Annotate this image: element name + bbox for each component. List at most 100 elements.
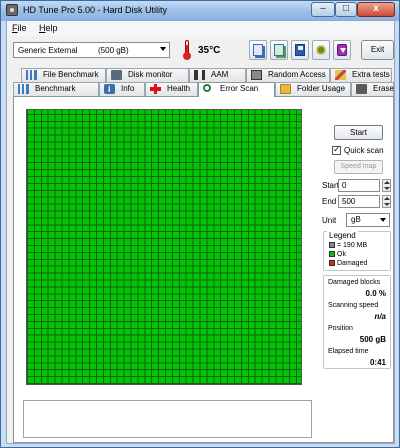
random-access-icon <box>251 70 262 80</box>
quick-scan-checkbox[interactable] <box>332 144 341 155</box>
unit-value: gB <box>351 215 361 224</box>
unit-label: Unit <box>322 216 337 225</box>
tab-extra-tests[interactable]: Extra tests <box>330 68 392 82</box>
tab-aam[interactable]: AAM <box>189 68 246 82</box>
tab-error-scan[interactable]: Error Scan <box>198 82 275 97</box>
tab-label: Health <box>167 84 191 93</box>
drive-size: (500 gB) <box>98 46 129 55</box>
tab-label: Folder Usage <box>297 84 346 93</box>
tab-label: File Benchmark <box>43 70 99 79</box>
scanning-speed-value: n/a <box>374 312 386 321</box>
temperature-readout: 35°C <box>198 45 221 56</box>
damaged-blocks-label: Damaged blocks <box>328 279 381 286</box>
toolbar: Generic External (500 gB) 35°C Exit <box>7 36 394 66</box>
scan-block-grid <box>26 109 302 385</box>
ok-swatch-icon <box>329 251 335 257</box>
menu-file[interactable]: File <box>12 23 27 33</box>
drive-name: Generic External <box>18 46 78 55</box>
menu-bar: File Help <box>7 21 394 36</box>
menu-help[interactable]: Help <box>39 23 58 33</box>
tab-disk-monitor[interactable]: Disk monitor <box>106 68 189 82</box>
end-input[interactable]: 500 <box>338 195 380 208</box>
legend-ok: Ok <box>329 251 346 258</box>
app-window: HD Tune Pro 5.00 - Hard Disk Utility – □… <box>0 0 400 448</box>
scan-stats-box: Damaged blocks 0.0 % Scanning speed n/a … <box>323 275 391 369</box>
close-button[interactable]: x <box>357 2 395 17</box>
copy-all-icon <box>274 44 284 56</box>
tab-folder-usage[interactable]: Folder Usage <box>275 82 351 96</box>
position-label: Position <box>328 325 353 332</box>
end-spinner[interactable] <box>382 195 391 208</box>
health-cross-icon <box>150 84 161 94</box>
speed-map-button[interactable]: Speed map <box>334 160 383 174</box>
legend-block-size: = 190 MB <box>329 242 367 249</box>
client-area: File Help Generic External (500 gB) 35°C <box>6 20 395 444</box>
tab-info[interactable]: Info <box>99 82 145 96</box>
tab-benchmark[interactable]: Benchmark <box>13 82 99 96</box>
legend-title: Legend <box>327 231 358 240</box>
elapsed-time-value: 0:41 <box>369 358 386 367</box>
scanning-speed-label: Scanning speed <box>328 302 379 309</box>
start-input[interactable]: 0 <box>338 179 380 192</box>
file-benchmark-icon <box>26 70 37 80</box>
damaged-swatch-icon <box>329 260 335 266</box>
benchmark-icon <box>18 84 29 94</box>
tab-label: Random Access <box>268 70 326 79</box>
tab-label: Benchmark <box>35 84 76 93</box>
chevron-down-icon <box>380 218 386 222</box>
tab-erase[interactable]: Erase <box>351 82 394 96</box>
position-value: 500 gB <box>359 335 386 344</box>
tab-random-access[interactable]: Random Access <box>246 68 330 82</box>
tab-file-benchmark[interactable]: File Benchmark <box>21 68 106 82</box>
scan-log-box[interactable] <box>23 400 312 438</box>
trash-icon <box>356 84 367 94</box>
unit-select[interactable]: gB <box>346 213 390 227</box>
chevron-down-icon <box>160 47 166 51</box>
legend-damaged: Damaged <box>329 260 367 267</box>
tab-row-top: File Benchmark Disk monitor AAM Random A… <box>13 68 394 82</box>
quick-scan-option[interactable]: Quick scan <box>332 144 392 157</box>
legend-box: Legend = 190 MB Ok Damaged <box>323 231 391 271</box>
download-icon <box>337 44 347 56</box>
tab-health[interactable]: Health <box>145 82 198 96</box>
quick-scan-label: Quick scan <box>344 146 384 155</box>
legend-damaged-text: Damaged <box>337 260 368 267</box>
elapsed-time-label: Elapsed time <box>328 348 369 355</box>
disk-monitor-icon <box>111 70 122 80</box>
window-title: HD Tune Pro 5.00 - Hard Disk Utility <box>23 5 168 15</box>
speaker-icon <box>194 70 205 80</box>
tab-label: Error Scan <box>220 84 259 93</box>
tab-label: Disk monitor <box>128 70 173 79</box>
save-icon <box>295 44 305 56</box>
title-bar: HD Tune Pro 5.00 - Hard Disk Utility – □… <box>1 1 399 20</box>
info-icon <box>104 83 115 95</box>
legend-block-text: = 190 MB <box>337 242 368 249</box>
folder-icon <box>280 84 291 94</box>
drive-select[interactable]: Generic External (500 gB) <box>13 42 170 58</box>
legend-ok-text: Ok <box>337 251 346 258</box>
options-button[interactable] <box>312 40 330 60</box>
copy-all-button[interactable] <box>270 40 288 60</box>
thermometer-icon <box>183 40 191 60</box>
tab-label: Extra tests <box>352 70 390 79</box>
save-button[interactable] <box>291 40 309 60</box>
app-icon <box>6 4 18 16</box>
magnifier-icon <box>203 84 211 92</box>
start-button[interactable]: Start <box>334 125 383 140</box>
block-swatch-icon <box>329 242 335 248</box>
tab-label: Erase <box>373 84 394 93</box>
extra-tests-icon <box>335 70 346 80</box>
tab-row-bottom: Benchmark Info Health Error Scan Folder … <box>13 82 394 97</box>
maximize-button[interactable]: □ <box>335 2 357 17</box>
minimize-button[interactable]: – <box>311 2 335 17</box>
copy-icon <box>253 44 263 56</box>
start-spinner[interactable] <box>382 179 391 192</box>
options-icon <box>316 44 326 56</box>
tab-label: AAM <box>211 70 229 79</box>
tab-label: Info <box>121 84 135 93</box>
download-button[interactable] <box>333 40 351 60</box>
copy-button[interactable] <box>249 40 267 60</box>
end-label: End <box>322 197 337 206</box>
exit-button[interactable]: Exit <box>361 40 394 60</box>
start-label: Start <box>322 181 339 190</box>
